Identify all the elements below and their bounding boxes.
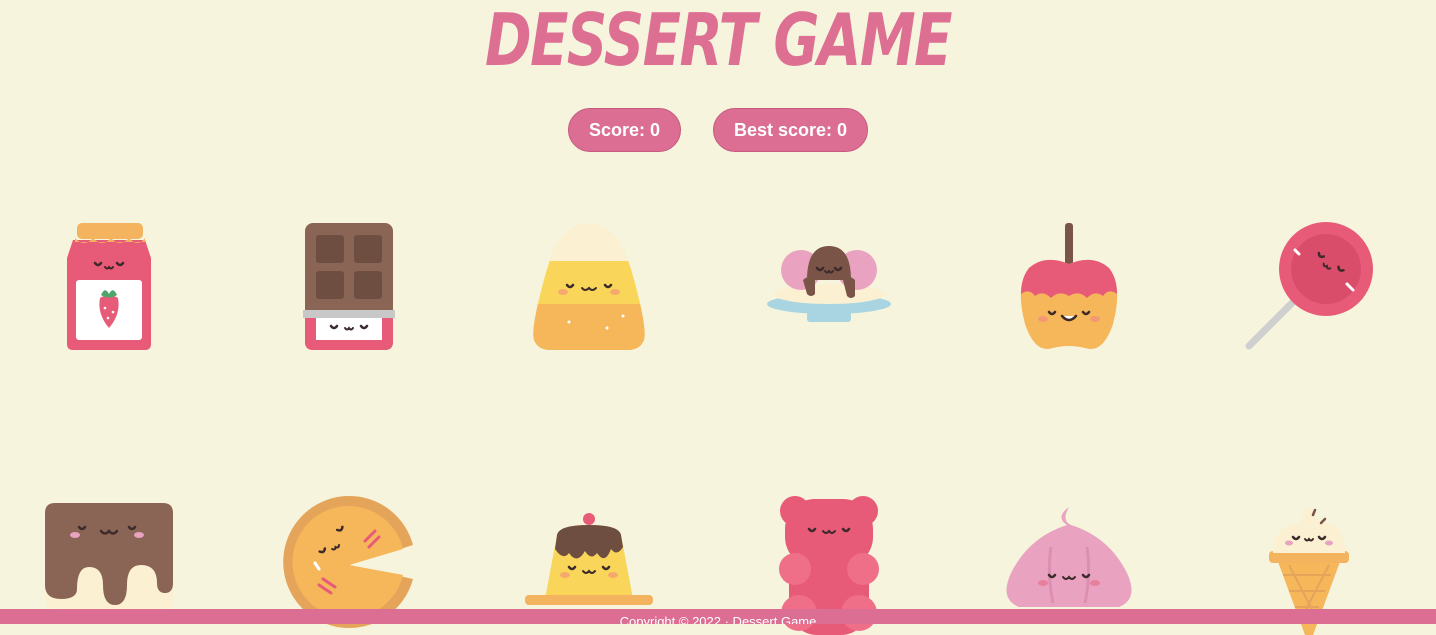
card-candy-corn[interactable] [519, 216, 659, 356]
banana-split-icon [767, 246, 891, 322]
card-strawberry-jam[interactable] [39, 216, 179, 356]
score-badge: Score: 0 [567, 108, 681, 152]
game-title: DESSERT GAME [485, 0, 952, 82]
strawberry-jam-icon [67, 223, 151, 350]
card-candy-apple[interactable] [999, 216, 1139, 356]
card-banana-split[interactable] [759, 216, 899, 356]
footer-text: Copyright © 2022 · Dessert Game [619, 614, 817, 624]
candy-corn-icon [533, 224, 645, 350]
scoreboard: Score: 0 Best score: 0 [0, 108, 1436, 152]
chocolate-bar-icon [303, 223, 395, 350]
best-score-badge: Best score: 0 [712, 108, 869, 152]
lollipop-icon [1245, 222, 1373, 350]
candy-apple-icon [1020, 223, 1118, 349]
card-lollipop[interactable] [1239, 216, 1379, 356]
card-chocolate-bar[interactable] [279, 216, 419, 356]
footer: Copyright © 2022 · Dessert Game [0, 609, 1436, 624]
